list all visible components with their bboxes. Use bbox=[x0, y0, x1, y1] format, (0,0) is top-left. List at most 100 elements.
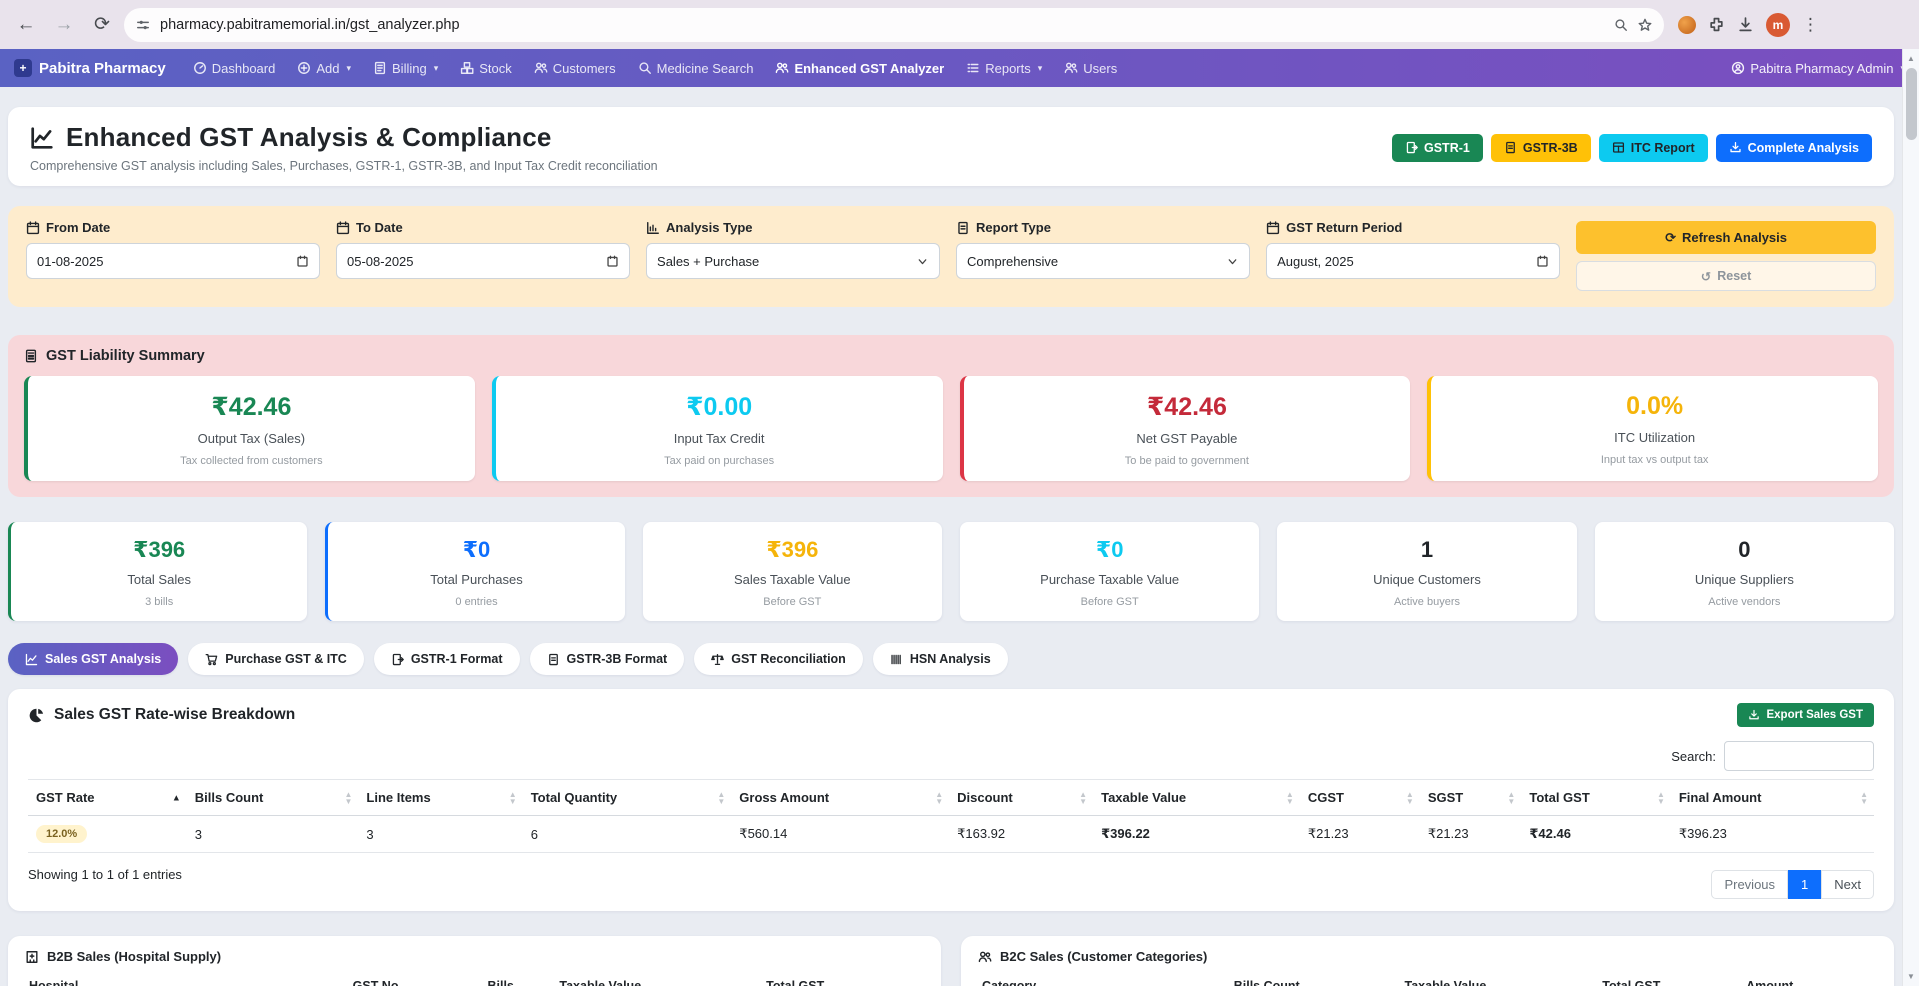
extensions-puzzle-icon[interactable] bbox=[1708, 16, 1725, 33]
nav-item-users[interactable]: Users bbox=[1055, 49, 1126, 87]
nav-item-label: Add bbox=[316, 61, 339, 76]
nav-item-stock[interactable]: Stock bbox=[451, 49, 521, 87]
chevron-down-icon bbox=[916, 255, 929, 268]
col-total-quantity[interactable]: Total Quantity▲▼ bbox=[523, 780, 732, 816]
downloads-icon[interactable] bbox=[1737, 16, 1754, 33]
stat-value: 0.0% bbox=[1441, 392, 1868, 421]
tab-gst-reconciliation[interactable]: GST Reconciliation bbox=[694, 643, 863, 675]
stat-label: Total Purchases bbox=[336, 572, 616, 587]
reload-button[interactable]: ⟳ bbox=[86, 9, 118, 41]
sort-icon: ▲▼ bbox=[509, 791, 517, 805]
nav-item-label: Medicine Search bbox=[657, 61, 754, 76]
date-picker-icon[interactable] bbox=[296, 255, 309, 268]
table-info: Showing 1 to 1 of 1 entries bbox=[28, 864, 182, 882]
col-taxable-value[interactable]: Taxable Value▲▼ bbox=[1093, 780, 1300, 816]
col-final-amount[interactable]: Final Amount▲▼ bbox=[1671, 780, 1874, 816]
nav-item-gst-analyzer[interactable]: Enhanced GST Analyzer bbox=[766, 49, 953, 87]
forward-button[interactable]: → bbox=[48, 9, 80, 41]
page-scrollbar: ▲ ▼ bbox=[1902, 49, 1919, 986]
scrollbar-thumb[interactable] bbox=[1906, 68, 1917, 140]
nav-item-customers[interactable]: Customers bbox=[525, 49, 625, 87]
col-gst-rate[interactable]: GST Rate▲ bbox=[28, 780, 187, 816]
col-bills-count[interactable]: Bills Count▲▼ bbox=[187, 780, 359, 816]
tab-gstr3b-format[interactable]: GSTR-3B Format bbox=[530, 643, 685, 675]
user-menu[interactable]: Pabitra Pharmacy Admin ▾ bbox=[1731, 61, 1905, 76]
tab-purchase-gst-itc[interactable]: Purchase GST & ITC bbox=[188, 643, 364, 675]
stat-sub: 3 bills bbox=[19, 596, 299, 608]
stat-value: ₹396 bbox=[19, 537, 299, 563]
col-total-gst[interactable]: Total GST▲▼ bbox=[1521, 780, 1671, 816]
sort-icon: ▲▼ bbox=[345, 791, 353, 805]
caret-down-icon: ▾ bbox=[346, 63, 351, 74]
back-button[interactable]: ← bbox=[10, 9, 42, 41]
export-sales-gst-button[interactable]: Export Sales GST bbox=[1737, 703, 1874, 727]
unique-customers-card: 1 Unique Customers Active buyers bbox=[1277, 522, 1576, 621]
month-picker-icon[interactable] bbox=[1536, 255, 1549, 268]
col-discount[interactable]: Discount▲▼ bbox=[949, 780, 1093, 816]
brand[interactable]: + Pabitra Pharmacy bbox=[14, 59, 166, 77]
stat-sub: Tax paid on purchases bbox=[506, 455, 933, 467]
tab-sales-gst-analysis[interactable]: Sales GST Analysis bbox=[8, 643, 178, 675]
calendar-icon bbox=[1266, 221, 1280, 235]
date-picker-icon[interactable] bbox=[606, 255, 619, 268]
col-line-items[interactable]: Line Items▲▼ bbox=[358, 780, 522, 816]
hospital-icon bbox=[25, 950, 39, 964]
table-header-row: Category Bills Count Taxable Value Total… bbox=[978, 970, 1877, 986]
output-tax-card: ₹42.46 Output Tax (Sales) Tax collected … bbox=[24, 376, 475, 481]
tab-gstr1-format[interactable]: GSTR-1 Format bbox=[374, 643, 520, 675]
nav-item-reports[interactable]: Reports ▾ bbox=[957, 49, 1051, 87]
zoom-icon[interactable] bbox=[1614, 18, 1628, 32]
address-bar[interactable]: pharmacy.pabitramemorial.in/gst_analyzer… bbox=[124, 8, 1664, 42]
table-search-input[interactable] bbox=[1724, 741, 1874, 771]
nav-item-label: Users bbox=[1083, 61, 1117, 76]
refresh-analysis-button[interactable]: ⟳ Refresh Analysis bbox=[1576, 221, 1876, 254]
col-gross-amount[interactable]: Gross Amount▲▼ bbox=[731, 780, 949, 816]
extension-icon[interactable] bbox=[1678, 16, 1696, 34]
file-icon bbox=[956, 221, 970, 235]
gstr3b-button[interactable]: GSTR-3B bbox=[1491, 134, 1591, 162]
pagination-next[interactable]: Next bbox=[1821, 870, 1874, 899]
pagination-previous[interactable]: Previous bbox=[1711, 870, 1788, 899]
browser-actions: m ⋮ bbox=[1678, 13, 1819, 37]
chart-line-icon bbox=[30, 126, 54, 150]
user-circle-icon bbox=[1731, 61, 1745, 75]
to-date-label: To Date bbox=[336, 220, 630, 235]
col-sgst[interactable]: SGST▲▼ bbox=[1420, 780, 1522, 816]
undo-icon: ↺ bbox=[1701, 269, 1711, 284]
stat-sub: Before GST bbox=[651, 596, 934, 608]
chart-bar-icon bbox=[646, 221, 660, 235]
scroll-up-arrow-icon[interactable]: ▲ bbox=[1907, 49, 1915, 66]
analysis-type-select[interactable]: Sales + Purchase bbox=[646, 243, 940, 279]
nav-item-dashboard[interactable]: Dashboard bbox=[184, 49, 285, 87]
report-type-label: Report Type bbox=[956, 220, 1250, 235]
sort-asc-icon: ▲ bbox=[172, 794, 181, 801]
return-period-input[interactable]: August, 2025 bbox=[1266, 243, 1560, 279]
url-text[interactable]: pharmacy.pabitramemorial.in/gst_analyzer… bbox=[160, 17, 1604, 33]
sort-icon: ▲▼ bbox=[1406, 791, 1414, 805]
site-settings-icon[interactable] bbox=[136, 18, 150, 32]
search-label: Search: bbox=[1671, 749, 1716, 764]
report-type-field-group: Report Type Comprehensive bbox=[956, 220, 1250, 291]
table-header-row: Hospital GST No. Bills Taxable Value Tot… bbox=[25, 970, 924, 986]
nav-item-label: Billing bbox=[392, 61, 427, 76]
profile-avatar[interactable]: m bbox=[1766, 13, 1790, 37]
complete-analysis-button[interactable]: Complete Analysis bbox=[1716, 134, 1872, 162]
report-type-select[interactable]: Comprehensive bbox=[956, 243, 1250, 279]
scroll-down-arrow-icon[interactable]: ▼ bbox=[1907, 969, 1915, 986]
nav-item-add[interactable]: Add ▾ bbox=[288, 49, 360, 87]
gstr1-button[interactable]: GSTR-1 bbox=[1392, 134, 1483, 162]
from-date-input[interactable]: 01-08-2025 bbox=[26, 243, 320, 279]
nav-item-billing[interactable]: Billing ▾ bbox=[364, 49, 447, 87]
nav-item-medicine-search[interactable]: Medicine Search bbox=[629, 49, 763, 87]
caret-down-icon: ▾ bbox=[1038, 63, 1043, 74]
browser-menu-icon[interactable]: ⋮ bbox=[1802, 15, 1819, 35]
pagination-page-1[interactable]: 1 bbox=[1788, 870, 1821, 899]
tab-hsn-analysis[interactable]: HSN Analysis bbox=[873, 643, 1008, 675]
col-cgst[interactable]: CGST▲▼ bbox=[1300, 780, 1420, 816]
bookmark-star-icon[interactable] bbox=[1638, 18, 1652, 32]
reset-button[interactable]: ↺ Reset bbox=[1576, 261, 1876, 291]
user-menu-label: Pabitra Pharmacy Admin bbox=[1750, 61, 1893, 76]
liability-title: GST Liability Summary bbox=[24, 348, 1878, 364]
to-date-input[interactable]: 05-08-2025 bbox=[336, 243, 630, 279]
itc-report-button[interactable]: ITC Report bbox=[1599, 134, 1708, 162]
